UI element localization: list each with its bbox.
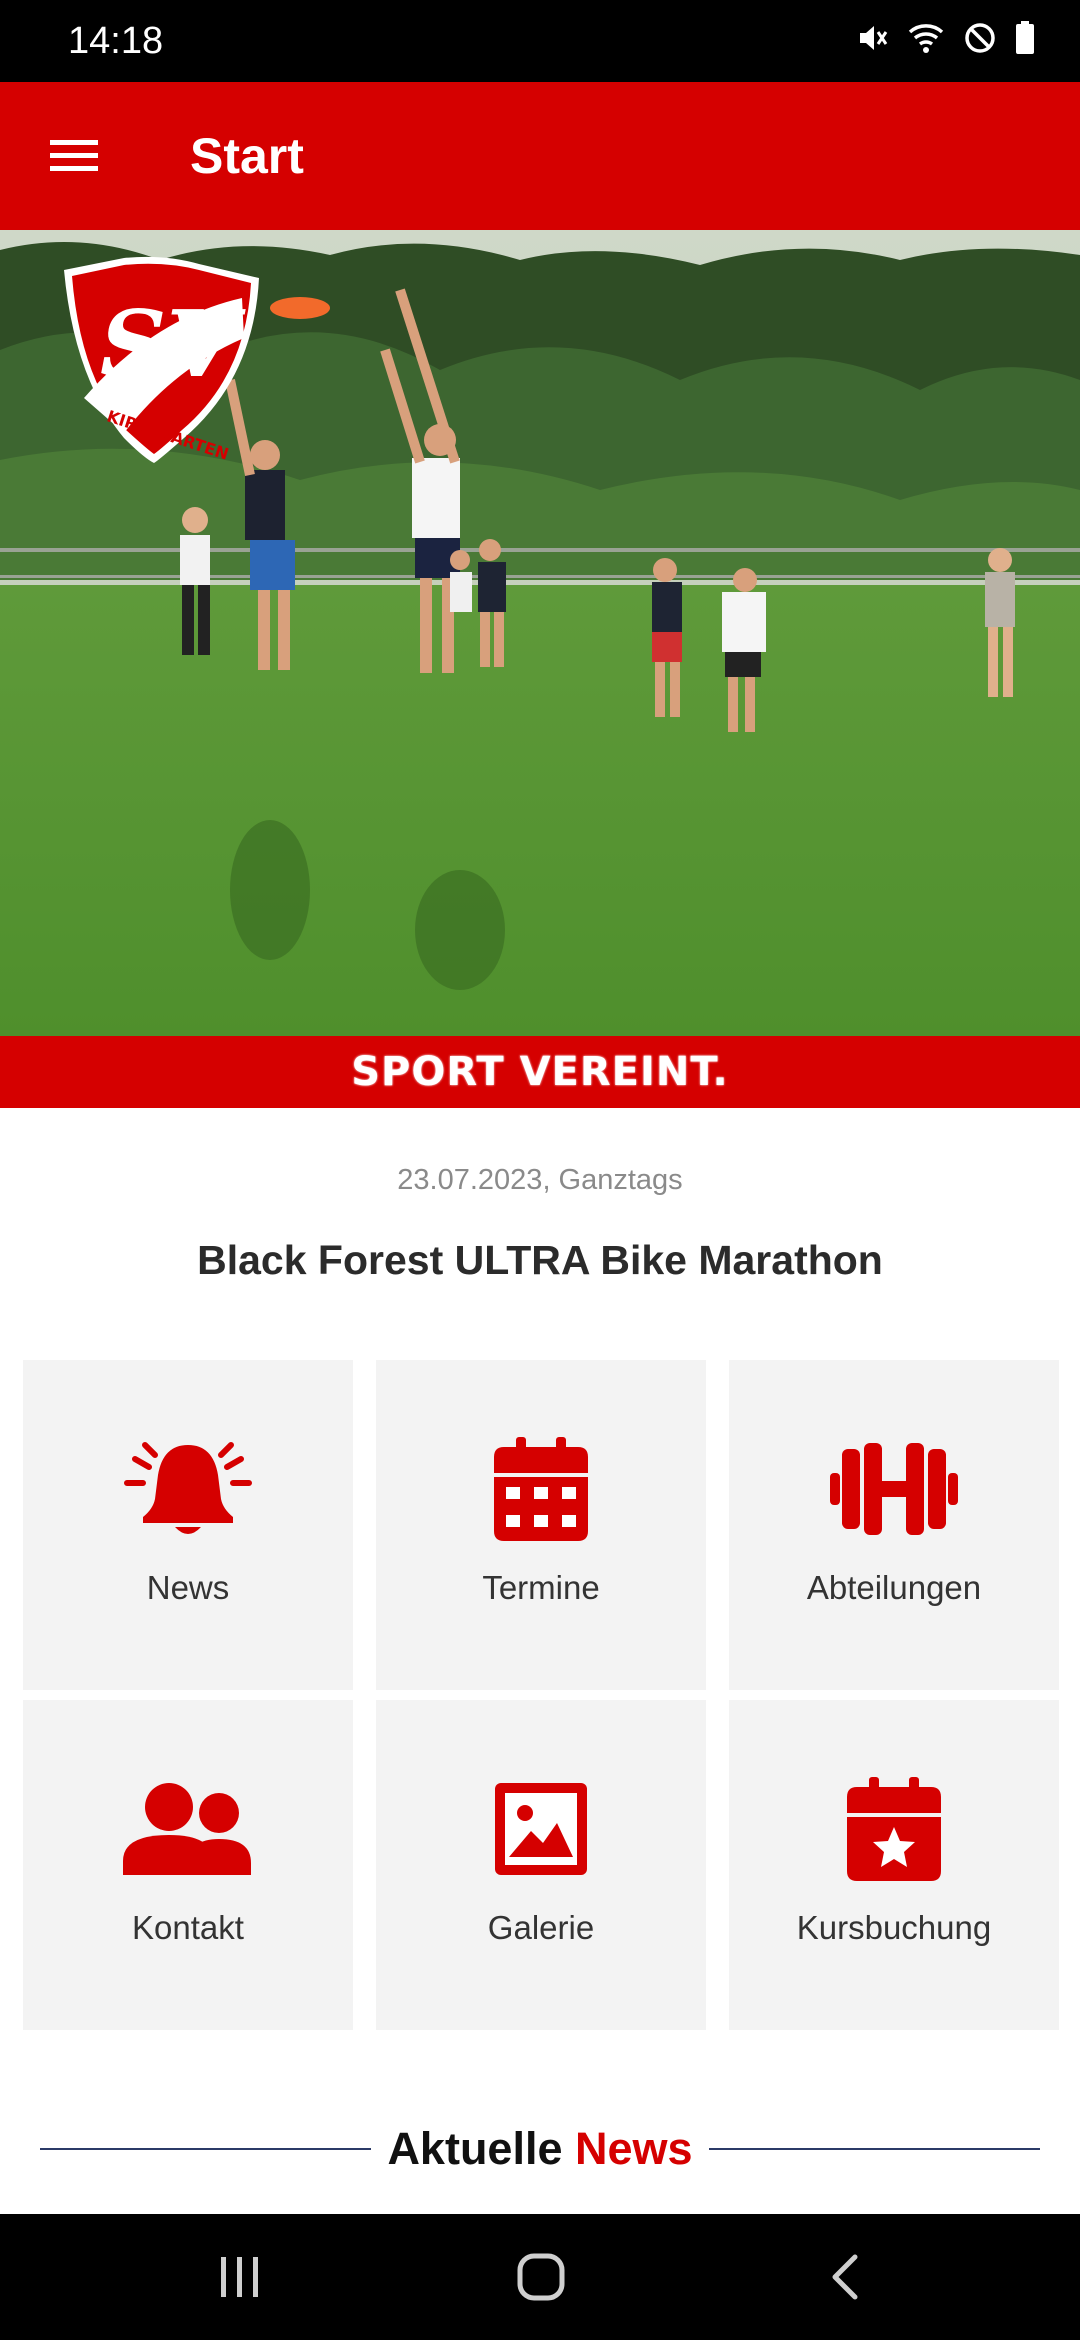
status-bar: 14:18: [0, 0, 1080, 82]
tile-label: Kursbuchung: [796, 1909, 992, 1946]
app-bar: Start: [0, 82, 1080, 230]
news-section-heading: Aktuelle News: [40, 2118, 1041, 2180]
back-button[interactable]: [800, 2244, 890, 2310]
dumbbell-icon: [830, 1443, 958, 1535]
tile-kursbuchung[interactable]: Kursbuchung: [729, 1700, 1059, 2030]
hamburger-icon: [50, 140, 98, 171]
menu-button[interactable]: [34, 124, 114, 188]
image-icon: [495, 1783, 587, 1875]
tile-label: Galerie: [487, 1909, 595, 1946]
tile-kontakt[interactable]: Kontakt: [23, 1700, 353, 2030]
event-date: 23.07.2023, Ganztags: [397, 1164, 683, 1196]
tile-galerie[interactable]: Galerie: [376, 1700, 706, 2030]
home-icon: [517, 2253, 565, 2301]
mute-icon: [860, 26, 888, 50]
tile-label: Abteilungen: [806, 1569, 982, 1606]
calendar-star-icon: [847, 1777, 941, 1881]
slogan-banner: SPORT VEREINT.: [0, 1036, 1080, 1108]
tile-termine[interactable]: Termine: [376, 1360, 706, 1690]
system-nav-bar: [0, 2214, 1080, 2340]
status-icons: [854, 20, 1036, 56]
divider-right: [708, 2148, 1041, 2150]
news-heading-accent: News: [575, 2123, 693, 2174]
event-title[interactable]: Black Forest ULTRA Bike Marathon: [0, 1234, 1080, 1286]
status-time: 14:18: [68, 20, 164, 62]
calendar-icon: [494, 1437, 588, 1541]
do-not-disturb-icon: [965, 23, 995, 53]
battery-icon: [1016, 21, 1034, 54]
tile-label: Termine: [482, 1569, 600, 1606]
hero-image: SV KIRCHZARTEN: [0, 230, 1080, 1036]
page-title: Start: [190, 128, 304, 184]
back-icon: [832, 2254, 858, 2300]
recent-apps-icon: [221, 2257, 258, 2297]
tile-news[interactable]: News: [23, 1360, 353, 1690]
news-heading-prefix: Aktuelle: [387, 2123, 563, 2174]
home-button[interactable]: [496, 2244, 586, 2310]
recent-apps-button[interactable]: [195, 2244, 285, 2310]
frisbee: [270, 297, 330, 319]
bell-icon: [124, 1442, 252, 1534]
news-heading-text: Aktuelle News: [371, 2121, 708, 2177]
divider-left: [40, 2148, 372, 2150]
svg-text:SV: SV: [100, 290, 246, 398]
wifi-icon: [908, 24, 944, 53]
tile-label: News: [146, 1569, 230, 1606]
users-icon: [123, 1783, 251, 1875]
tile-label: Kontakt: [132, 1909, 244, 1946]
slogan-text: SPORT VEREINT.: [351, 1049, 729, 1095]
tile-abteilungen[interactable]: Abteilungen: [729, 1360, 1059, 1690]
